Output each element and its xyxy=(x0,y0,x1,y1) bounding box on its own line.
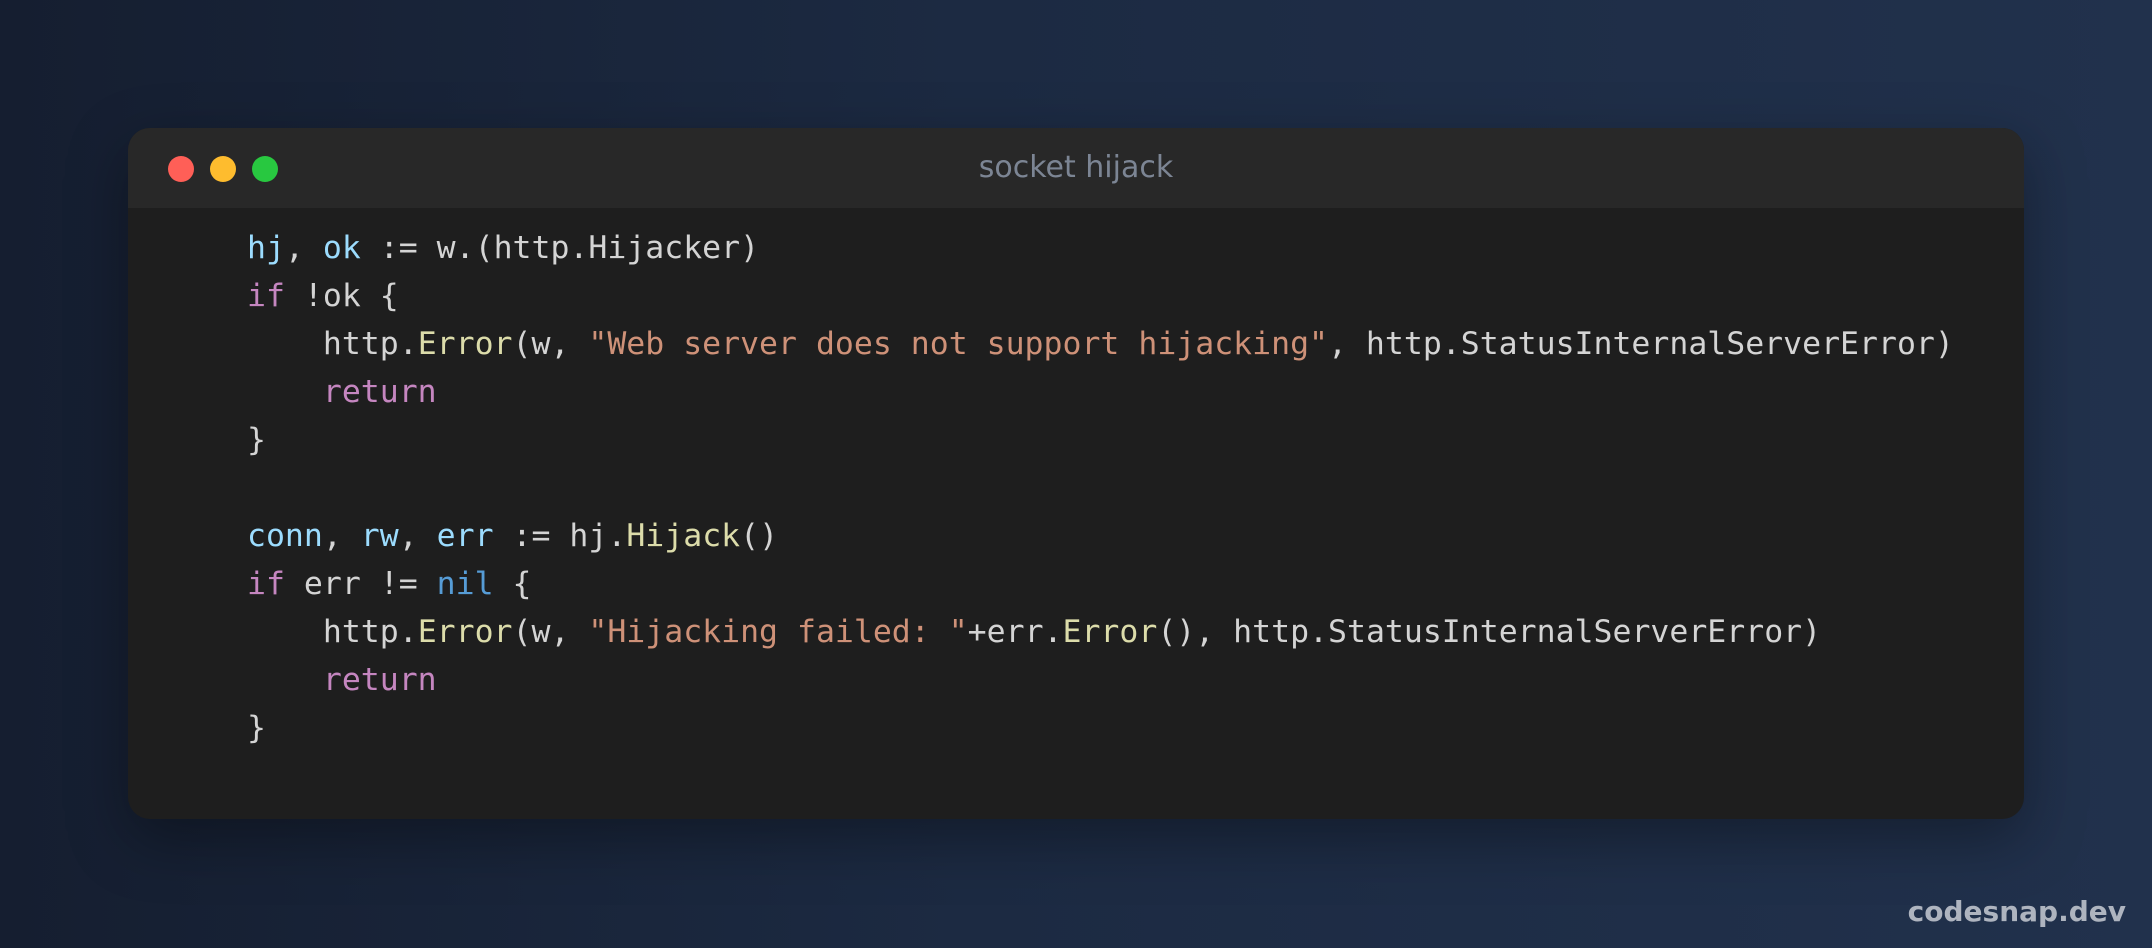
code-line: if err != nil { xyxy=(247,560,1954,608)
code-token: := w.(http.Hijacker) xyxy=(360,230,760,266)
window-titlebar: socket hijack xyxy=(128,128,2024,208)
window-title: socket hijack xyxy=(978,150,1174,185)
code-token: err != xyxy=(284,566,437,602)
code-token: (w, xyxy=(512,614,589,650)
code-token: Error xyxy=(417,326,513,362)
code-token: err xyxy=(436,518,494,554)
code-token: rw xyxy=(360,518,399,554)
code-token: Hijack xyxy=(626,518,741,554)
code-token: hj xyxy=(247,230,285,266)
code-token: Error xyxy=(417,614,513,650)
code-token: "Web server does not support hijacking" xyxy=(588,326,1328,362)
code-token: Error xyxy=(1062,614,1158,650)
code-token: () xyxy=(740,518,779,554)
code-token: , xyxy=(284,230,323,266)
code-token: conn xyxy=(247,518,323,554)
code-token: nil xyxy=(436,566,494,602)
code-token: !ok { xyxy=(284,278,399,314)
code-token: , xyxy=(398,518,437,554)
code-token: , xyxy=(322,518,361,554)
code-token: (w, xyxy=(512,326,589,362)
code-line: } xyxy=(247,416,1954,464)
code-token: (), http.StatusInternalServerError) xyxy=(1157,614,1822,650)
code-token: +err. xyxy=(967,614,1063,650)
code-line: } xyxy=(247,704,1954,752)
code-token: return xyxy=(322,374,437,410)
code-token: , http.StatusInternalServerError) xyxy=(1328,326,1954,362)
code-token: ok xyxy=(322,230,361,266)
code-line: if !ok { xyxy=(247,272,1954,320)
code-line: return xyxy=(247,368,1954,416)
code-token: if xyxy=(247,566,285,602)
code-token: { xyxy=(493,566,532,602)
code-line: return xyxy=(247,656,1954,704)
code-line: conn, rw, err := hj.Hijack() xyxy=(247,512,1954,560)
code-token: } xyxy=(247,710,266,746)
code-token: if xyxy=(247,278,285,314)
code-token: "Hijacking failed: " xyxy=(588,614,968,650)
code-token: := hj. xyxy=(493,518,627,554)
code-line: http.Error(w, "Hijacking failed: "+err.E… xyxy=(247,608,1954,656)
watermark: codesnap.dev xyxy=(1907,895,2126,928)
code-token: } xyxy=(247,422,266,458)
code-token: http. xyxy=(247,326,418,362)
code-window: socket hijack hj, ok := w.(http.Hijacker… xyxy=(128,128,2024,819)
code-line: http.Error(w, "Web server does not suppo… xyxy=(247,320,1954,368)
code-token: return xyxy=(322,662,437,698)
code-block: hj, ok := w.(http.Hijacker) if !ok { http… xyxy=(247,224,1954,752)
code-token: http. xyxy=(247,614,418,650)
code-line: hj, ok := w.(http.Hijacker) xyxy=(247,224,1954,272)
